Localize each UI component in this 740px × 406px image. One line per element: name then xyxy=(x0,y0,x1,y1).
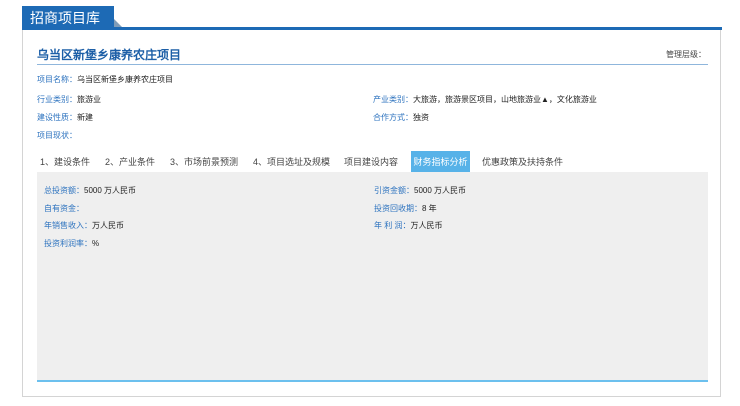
info-project-name: 项目名称：乌当区新堡乡康养农庄项目 xyxy=(37,74,173,85)
annual-profit-row: 年 利 润：万人民币 xyxy=(374,220,442,231)
roi-label: 投资利润率： xyxy=(44,239,92,248)
attracted-investment-value: 5000 万人民币 xyxy=(414,186,467,195)
title-divider xyxy=(37,64,708,65)
tab-industry-conditions[interactable]: 2、产业条件 xyxy=(105,151,155,173)
tab-construction-content[interactable]: 项目建设内容 xyxy=(344,151,398,173)
management-level: 管理层级： xyxy=(666,50,706,59)
info-construction-type: 建设性质：新建 xyxy=(37,112,93,123)
roi-value: % xyxy=(92,239,100,248)
project-name-label: 项目名称： xyxy=(37,75,77,84)
payback-period-label: 投资回收期： xyxy=(374,204,422,213)
payback-period-value: 8 年 xyxy=(422,204,437,213)
top-header: 招商项目库 xyxy=(0,0,740,30)
payback-period-row: 投资回收期：8 年 xyxy=(374,203,437,214)
project-panel: 乌当区新堡乡康养农庄项目 管理层级： 项目名称：乌当区新堡乡康养农庄项目 行业类… xyxy=(22,30,721,397)
info-product-category: 产业类别：大旅游，旅游景区项目，山地旅游业▲，文化旅游业 xyxy=(373,94,597,105)
project-status-label: 项目现状： xyxy=(37,131,77,140)
industry-label: 行业类别： xyxy=(37,95,77,104)
info-cooperation: 合作方式：独资 xyxy=(373,112,429,123)
annual-profit-value: 万人民币 xyxy=(410,221,443,230)
product-category-label: 产业类别： xyxy=(373,95,413,104)
tab-market-forecast[interactable]: 3、市场前景预测 xyxy=(170,151,238,173)
tab-preferential-policies[interactable]: 优惠政策及扶持条件 xyxy=(482,151,563,173)
own-funds-label: 自有资金： xyxy=(44,204,84,213)
project-name-value: 乌当区新堡乡康养农庄项目 xyxy=(77,75,173,84)
annual-sales-value: 万人民币 xyxy=(92,221,124,230)
total-investment-value: 5000 万人民币 xyxy=(84,186,137,195)
info-project-status: 项目现状： xyxy=(37,130,77,141)
own-funds-row: 自有资金： xyxy=(44,203,84,214)
financial-content: 总投资额：5000 万人民币 引资金额：5000 万人民币 自有资金： 投资回收… xyxy=(37,172,708,382)
cooperation-value: 独资 xyxy=(413,113,429,122)
construction-type-value: 新建 xyxy=(77,113,93,122)
annual-sales-row: 年销售收入：万人民币 xyxy=(44,220,124,231)
total-investment-row: 总投资额：5000 万人民币 xyxy=(44,185,136,196)
tab-construction-conditions[interactable]: 1、建设条件 xyxy=(40,151,90,173)
annual-profit-label: 年 利 润： xyxy=(374,221,411,230)
tab-financial-analysis[interactable]: 财务指标分析 xyxy=(411,151,470,173)
construction-type-label: 建设性质： xyxy=(37,113,77,122)
tab-site-and-scale[interactable]: 4、项目选址及规模 xyxy=(253,151,330,173)
info-industry: 行业类别：旅游业 xyxy=(37,94,101,105)
industry-value: 旅游业 xyxy=(77,95,101,104)
total-investment-label: 总投资额： xyxy=(44,186,84,195)
project-title: 乌当区新堡乡康养农庄项目 xyxy=(37,48,182,62)
cooperation-label: 合作方式： xyxy=(373,113,413,122)
roi-row: 投资利润率：% xyxy=(44,238,99,249)
attracted-investment-row: 引资金额：5000 万人民币 xyxy=(374,185,466,196)
annual-sales-label: 年销售收入： xyxy=(44,221,92,230)
attracted-investment-label: 引资金额： xyxy=(374,186,414,195)
product-category-value: 大旅游，旅游景区项目，山地旅游业▲，文化旅游业 xyxy=(413,95,597,104)
